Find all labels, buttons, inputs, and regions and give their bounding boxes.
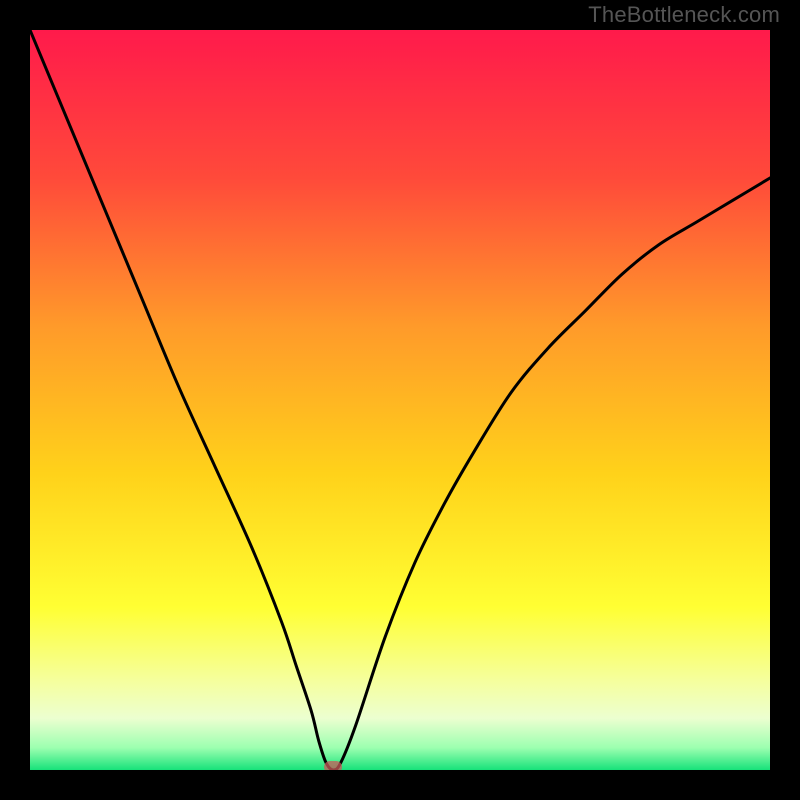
chart-plot-area [30,30,770,770]
chart-marker-point [324,761,342,770]
chart-frame [0,0,800,800]
chart-curve [30,30,770,770]
watermark-text: TheBottleneck.com [588,2,780,28]
